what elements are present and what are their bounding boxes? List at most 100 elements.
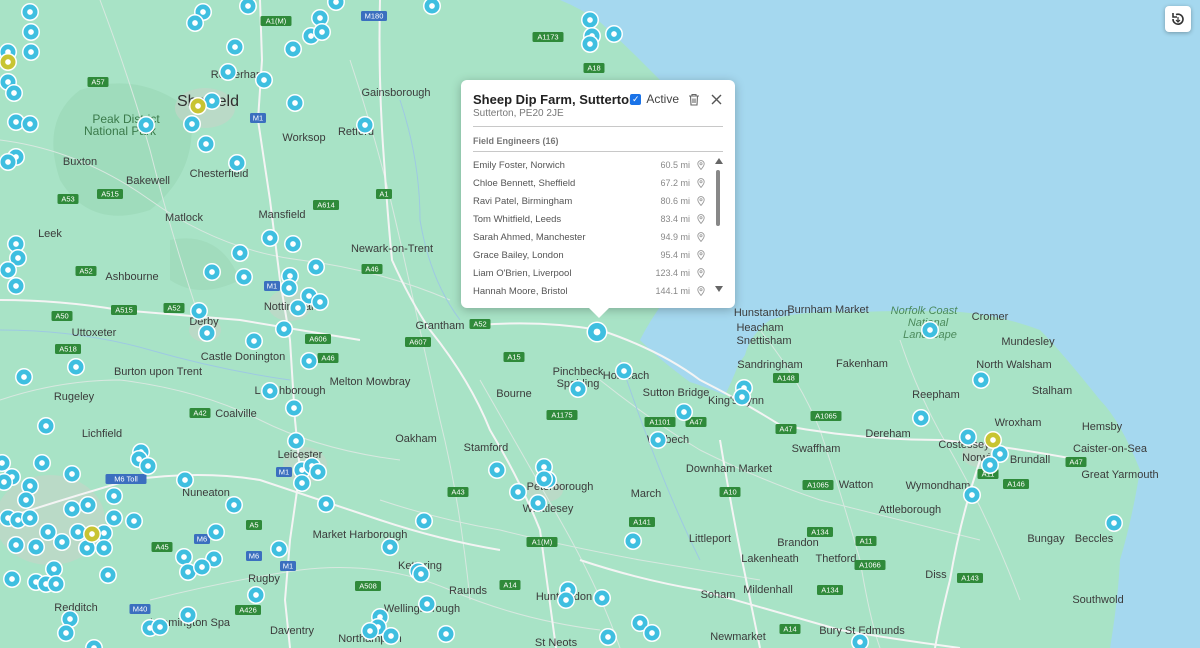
site-marker[interactable] [285, 399, 303, 417]
site-marker[interactable] [605, 25, 623, 43]
site-marker[interactable] [733, 388, 751, 406]
close-button[interactable] [709, 92, 723, 106]
site-marker[interactable] [190, 302, 208, 320]
active-toggle[interactable]: ✓ Active [630, 92, 679, 106]
site-marker[interactable] [137, 116, 155, 134]
site-marker[interactable] [529, 494, 547, 512]
site-marker[interactable] [176, 471, 194, 489]
scroll-down-icon[interactable] [715, 286, 723, 292]
site-marker[interactable] [21, 3, 39, 21]
site-marker[interactable] [79, 496, 97, 514]
engineer-row[interactable]: Liam O'Brien, Liverpool 123.4 mi [473, 264, 706, 282]
site-marker[interactable] [17, 491, 35, 509]
site-marker[interactable] [418, 595, 436, 613]
site-marker[interactable] [125, 512, 143, 530]
site-marker[interactable] [255, 71, 273, 89]
engineer-row[interactable]: Chloe Bennett, Sheffield 67.2 mi [473, 174, 706, 192]
site-marker[interactable] [317, 495, 335, 513]
engineer-marker[interactable] [189, 97, 207, 115]
site-marker[interactable] [179, 606, 197, 624]
site-marker[interactable] [57, 624, 75, 642]
locate-pin-icon[interactable] [696, 178, 706, 188]
site-marker[interactable] [261, 229, 279, 247]
site-marker[interactable] [963, 486, 981, 504]
site-marker[interactable] [193, 558, 211, 576]
site-marker[interactable] [361, 622, 379, 640]
site-marker[interactable] [356, 116, 374, 134]
site-marker[interactable] [1105, 514, 1123, 532]
site-marker[interactable] [313, 23, 331, 41]
site-marker[interactable] [412, 565, 430, 583]
engineer-row[interactable]: Ravi Patel, Birmingham 80.6 mi [473, 192, 706, 210]
engineer-list-scrollbar[interactable] [713, 156, 723, 296]
site-marker[interactable] [286, 94, 304, 112]
site-marker[interactable] [593, 589, 611, 607]
engineer-marker[interactable] [984, 431, 1002, 449]
site-marker[interactable] [307, 258, 325, 276]
site-marker[interactable] [207, 523, 225, 541]
site-marker[interactable] [21, 115, 39, 133]
site-marker[interactable] [959, 428, 977, 446]
site-marker[interactable] [972, 371, 990, 389]
site-marker[interactable] [981, 456, 999, 474]
site-marker[interactable] [99, 566, 117, 584]
site-marker[interactable] [309, 463, 327, 481]
site-marker[interactable] [615, 362, 633, 380]
site-marker[interactable] [139, 457, 157, 475]
site-marker[interactable] [509, 483, 527, 501]
scroll-thumb[interactable] [716, 170, 720, 226]
active-checkbox[interactable]: ✓ [630, 93, 642, 105]
site-marker[interactable] [649, 431, 667, 449]
site-marker[interactable] [293, 474, 311, 492]
site-marker[interactable] [203, 263, 221, 281]
site-marker[interactable] [643, 624, 661, 642]
locate-pin-icon[interactable] [696, 196, 706, 206]
delete-button[interactable] [687, 92, 701, 106]
site-marker[interactable] [63, 500, 81, 518]
site-marker[interactable] [33, 454, 51, 472]
site-marker[interactable] [37, 417, 55, 435]
engineer-row[interactable]: Tom Whitfield, Leeds 83.4 mi [473, 210, 706, 228]
site-marker[interactable] [47, 575, 65, 593]
site-marker[interactable] [219, 63, 237, 81]
site-popup[interactable]: Sheep Dip Farm, Sutterton Sutterton, PE2… [461, 80, 735, 318]
site-marker[interactable] [15, 368, 33, 386]
locate-pin-icon[interactable] [696, 286, 706, 296]
engineer-row[interactable]: Grace Bailey, London 95.4 mi [473, 246, 706, 264]
site-marker[interactable] [261, 382, 279, 400]
site-marker[interactable] [300, 352, 318, 370]
site-marker[interactable] [22, 23, 40, 41]
site-marker[interactable] [535, 470, 553, 488]
engineer-list[interactable]: Emily Foster, Norwich 60.5 mi Chloe Bennet… [473, 156, 706, 300]
site-marker[interactable] [284, 235, 302, 253]
site-marker[interactable] [151, 618, 169, 636]
site-marker[interactable] [275, 320, 293, 338]
site-marker[interactable] [437, 625, 455, 643]
site-marker[interactable] [415, 512, 433, 530]
engineer-row[interactable]: Sarah Ahmed, Manchester 94.9 mi [473, 228, 706, 246]
site-marker[interactable] [7, 536, 25, 554]
site-marker[interactable] [3, 570, 21, 588]
site-marker[interactable] [183, 115, 201, 133]
engineer-marker[interactable] [83, 525, 101, 543]
site-marker[interactable] [197, 135, 215, 153]
engineer-row[interactable]: Emily Foster, Norwich 60.5 mi [473, 156, 706, 174]
site-marker[interactable] [581, 11, 599, 29]
site-marker[interactable] [675, 403, 693, 421]
site-marker[interactable] [488, 461, 506, 479]
locate-pin-icon[interactable] [696, 232, 706, 242]
site-marker[interactable] [7, 277, 25, 295]
engineer-row[interactable]: Hannah Moore, Bristol 144.1 mi [473, 282, 706, 300]
site-marker[interactable] [228, 154, 246, 172]
locate-pin-icon[interactable] [696, 250, 706, 260]
site-marker[interactable] [186, 14, 204, 32]
scroll-up-icon[interactable] [715, 158, 723, 164]
site-marker[interactable] [27, 538, 45, 556]
site-marker[interactable] [21, 509, 39, 527]
site-marker[interactable] [225, 496, 243, 514]
site-marker[interactable] [912, 409, 930, 427]
site-marker[interactable] [311, 293, 329, 311]
site-marker[interactable] [557, 591, 575, 609]
site-marker[interactable] [581, 35, 599, 53]
site-marker[interactable] [95, 539, 113, 557]
